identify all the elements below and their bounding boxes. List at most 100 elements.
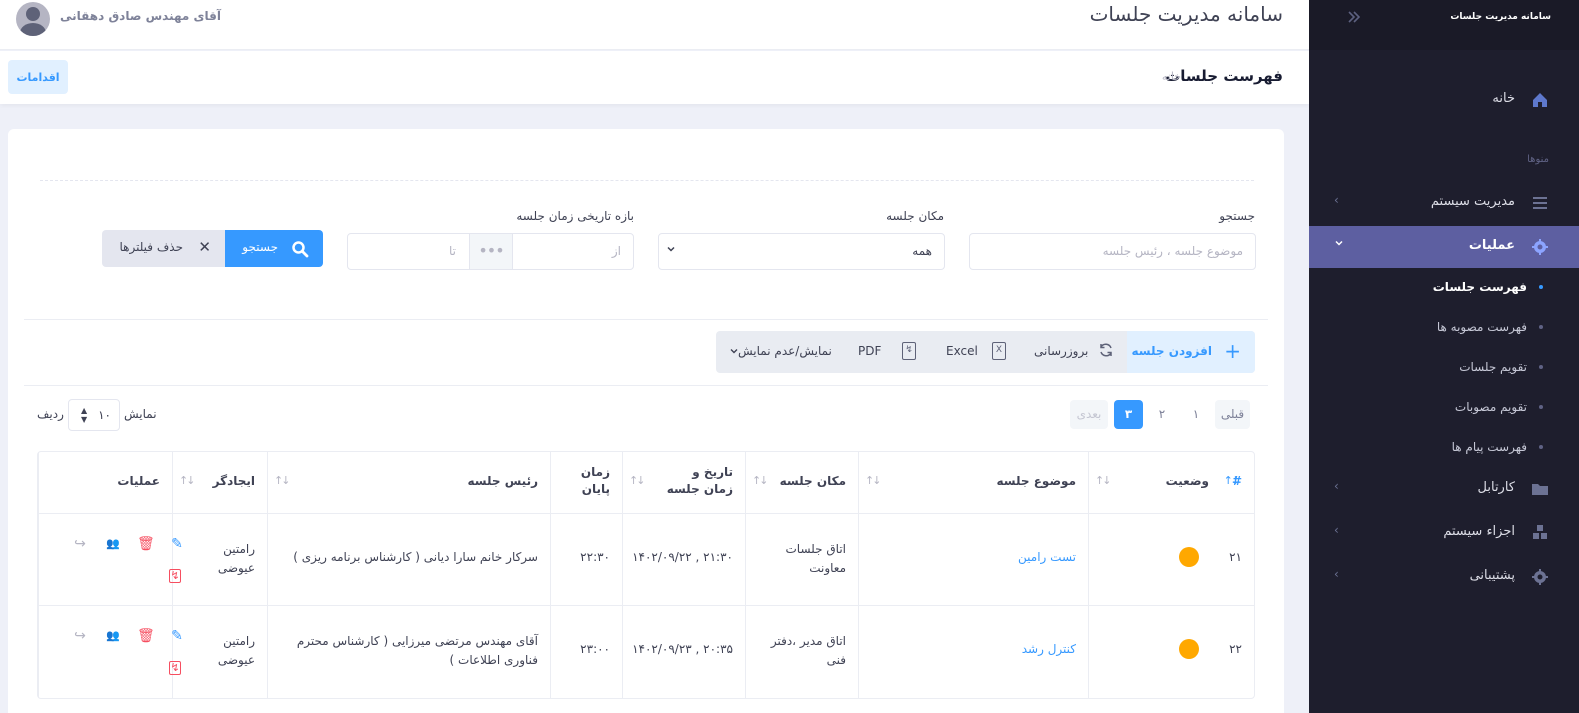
chevron-left-icon: ‹: [1334, 479, 1339, 493]
column-header-status[interactable]: وضعیت ↑↓: [1088, 452, 1221, 513]
user-name[interactable]: آقای مهندس صادق دهقانی: [60, 9, 221, 23]
chevron-left-icon: ‹: [1334, 567, 1339, 581]
sidebar-item-operations[interactable]: عملیات: [1309, 226, 1579, 268]
chevron-down-icon: [1334, 237, 1344, 251]
clear-filters-button[interactable]: حذف فیلترها ✕: [102, 230, 225, 267]
search-placeholder: موضوع جلسه ، رئیس جلسه: [1102, 244, 1243, 258]
sidebar-item-system-parts[interactable]: اجزاء سیستم ‹: [1309, 512, 1579, 554]
row-number: ۲۱: [1229, 550, 1242, 564]
forward-icon[interactable]: ↪: [72, 628, 88, 644]
column-header-datetime[interactable]: تاریخ و زمان جلسه ↑↓: [622, 452, 745, 513]
rows-per-page-select[interactable]: ۱۰ ▲ ▼: [68, 399, 120, 431]
meetings-table: # ↑↓ وضعیت ↑↓ موضوع جلسه ↑↓ مکان جلسه ↑↓…: [37, 451, 1255, 699]
pagination-prev[interactable]: قبلی: [1215, 400, 1250, 429]
pdf-icon[interactable]: ↯: [169, 661, 181, 675]
excel-button[interactable]: X Excel: [936, 331, 1016, 373]
column-header-location[interactable]: مکان جلسه ↑↓: [745, 452, 858, 513]
bullet-icon: [1539, 285, 1543, 289]
sidebar-brand: سامانه مدیریت جلسات: [1309, 0, 1579, 50]
users-icon[interactable]: 👥: [105, 536, 121, 552]
sort-icon: ↑↓: [274, 474, 291, 487]
pdf-icon[interactable]: ↯: [169, 569, 181, 583]
column-header-chair[interactable]: رئیس جلسه ↑↓: [267, 452, 550, 513]
forward-icon[interactable]: ↪: [72, 536, 88, 552]
row-actions: ✎ 🗑 👥 ↪ ↯: [38, 606, 183, 698]
trash-icon[interactable]: 🗑: [137, 536, 155, 552]
sidebar-item-backup[interactable]: پشتیبانی ‹: [1309, 556, 1579, 598]
sidebar: سامانه مدیریت جلسات خانه منوها مدیریت سی…: [1309, 0, 1579, 713]
excel-label: Excel: [946, 344, 978, 358]
sidebar-subitem-resolutions-calendar[interactable]: تقویم مصوبات: [1309, 390, 1579, 426]
search-label: جستجو: [1219, 209, 1255, 223]
meeting-chair: آقای مهندس مرتضی میرزایی ( کارشناس محترم…: [296, 634, 538, 667]
edit-icon[interactable]: ✎: [169, 536, 185, 552]
bullet-icon: [1539, 445, 1543, 449]
sidebar-item-system-management[interactable]: مدیریت سیستم ‹: [1309, 182, 1579, 224]
breadcrumb[interactable]: خانه: [1162, 70, 1181, 83]
gear-icon: [1531, 238, 1549, 256]
sidebar-subitem-meetings-list[interactable]: فهرست جلسات: [1309, 270, 1579, 306]
sidebar-item-label: کارتابل: [1477, 480, 1515, 495]
users-icon[interactable]: 👥: [105, 628, 121, 644]
search-button[interactable]: جستجو: [224, 230, 323, 267]
refresh-label: بروزرسانی: [1034, 344, 1089, 358]
pagination-page-3[interactable]: ۳: [1114, 400, 1143, 429]
divider: [24, 319, 1268, 320]
sidebar-item-cartable[interactable]: کارتابل ‹: [1309, 468, 1579, 510]
sort-icon: ↑↓: [1095, 474, 1112, 487]
divider: [24, 385, 1268, 386]
pagination-page-1[interactable]: ۱: [1185, 400, 1207, 429]
collapse-toggle-icon[interactable]: [1345, 8, 1363, 31]
range-separator: •••: [469, 234, 513, 269]
search-icon: [291, 240, 309, 261]
location-select[interactable]: همه: [658, 233, 945, 270]
meeting-subject-link[interactable]: کنترل رشد: [1022, 642, 1076, 656]
pdf-label: PDF: [858, 344, 882, 358]
trash-icon[interactable]: 🗑: [137, 628, 155, 644]
edit-icon[interactable]: ✎: [169, 628, 185, 644]
top-header: سامانه مدیریت جلسات آقای مهندس صادق دهقا…: [0, 0, 1309, 50]
sidebar-item-label: پشتیبانی: [1469, 568, 1515, 583]
date-from-input[interactable]: از: [513, 234, 633, 269]
meeting-end-time: ۲۳:۰۰: [580, 642, 610, 656]
sidebar-subitem-messages-list[interactable]: فهرست پیام ها: [1309, 430, 1579, 466]
sidebar-section-title: منوها: [1527, 154, 1549, 165]
pdf-button[interactable]: ↯ PDF: [846, 331, 926, 373]
search-button-label: جستجو: [242, 240, 278, 254]
add-meeting-button[interactable]: + افزودن جلسه: [1127, 331, 1255, 373]
meeting-creator: رامتین عیوضی: [217, 634, 255, 667]
sidebar-item-label: مدیریت سیستم: [1430, 194, 1515, 209]
chevron-left-icon: ‹: [1334, 193, 1339, 207]
table-row: ۲۱ تست رامین اتاق جلسات معاونت ۱۴۰۲/۰۹/۲…: [38, 514, 1254, 606]
date-to-input[interactable]: تا: [348, 234, 468, 269]
sidebar-subitem-meetings-calendar[interactable]: تقویم جلسات: [1309, 350, 1579, 386]
pagination-next[interactable]: بعدی: [1070, 400, 1108, 429]
meeting-creator: رامتین عیوضی: [217, 542, 255, 575]
refresh-button[interactable]: بروزرسانی: [1026, 331, 1126, 373]
app-title: سامانه مدیریت جلسات: [1089, 2, 1283, 26]
to-placeholder: تا: [449, 244, 456, 258]
row-number: ۲۲: [1229, 642, 1242, 656]
sidebar-subitem-label: فهرست مصوبه ها: [1436, 320, 1527, 334]
column-header-end-time[interactable]: زمان پایان: [550, 452, 622, 513]
status-indicator: [1179, 547, 1199, 567]
sidebar-item-home[interactable]: خانه: [1309, 79, 1579, 121]
bullet-icon: [1539, 325, 1543, 329]
list-icon: [1531, 194, 1549, 212]
avatar[interactable]: [16, 2, 50, 36]
meeting-subject-link[interactable]: تست رامین: [1018, 550, 1076, 564]
column-header-creator[interactable]: ایجادگر ↑↓: [172, 452, 267, 513]
column-header-subject[interactable]: موضوع جلسه ↑↓: [858, 452, 1088, 513]
page-title: فهرست جلسات: [1165, 67, 1283, 85]
gear-icon: [1531, 568, 1549, 586]
pagination-page-2[interactable]: ۲: [1151, 400, 1173, 429]
actions-button[interactable]: اقدامات: [8, 60, 68, 94]
search-input[interactable]: موضوع جلسه ، رئیس جلسه: [969, 233, 1256, 270]
column-visibility-label: نمایش/عدم نمایش: [738, 344, 832, 358]
column-header-num[interactable]: # ↑↓: [1221, 452, 1254, 513]
column-visibility-dropdown[interactable]: نمایش/عدم نمایش: [724, 331, 839, 373]
pdf-icon: ↯: [902, 342, 916, 360]
sidebar-subitem-label: فهرست جلسات: [1432, 280, 1527, 294]
chevron-down-icon: [665, 243, 677, 258]
sidebar-subitem-resolutions-list[interactable]: فهرست مصوبه ها: [1309, 310, 1579, 346]
